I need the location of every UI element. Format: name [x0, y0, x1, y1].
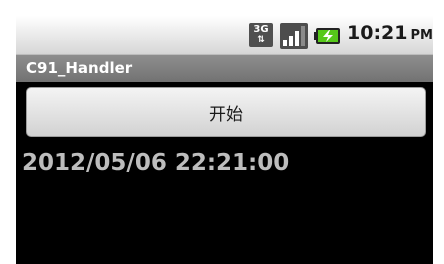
app-title: C91_Handler: [26, 59, 133, 77]
start-button[interactable]: 开始: [26, 87, 426, 137]
title-bar: C91_Handler: [16, 55, 433, 82]
clock-ampm: PM: [410, 28, 433, 43]
status-bar: 3G ⇅ 10:21 PM: [16, 16, 433, 55]
3g-label: 3G: [253, 24, 269, 35]
datetime-display: 2012/05/06 22:21:00: [22, 150, 290, 176]
clock-time: 10:21: [347, 22, 408, 44]
screenshot-frame: 3G ⇅ 10:21 PM C91_Handler 开始 2012/05/06 …: [0, 0, 444, 264]
battery-charging-icon: [314, 28, 340, 44]
3g-icon: 3G ⇅: [249, 23, 273, 47]
status-clock: 10:21 PM: [347, 22, 433, 44]
signal-strength-icon: [280, 23, 308, 49]
data-arrows: ⇅: [257, 35, 265, 45]
phone-screen: 3G ⇅ 10:21 PM C91_Handler 开始 2012/05/06 …: [16, 16, 433, 264]
